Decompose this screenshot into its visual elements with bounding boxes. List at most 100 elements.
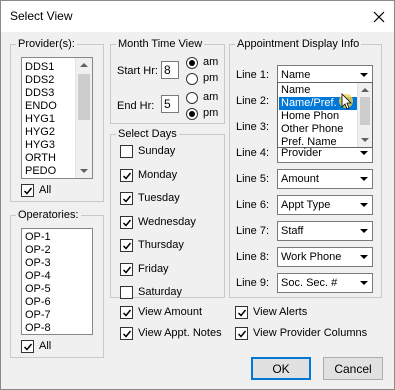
check-icon <box>23 187 33 195</box>
line1-dropdown-list[interactable]: Name Name/Pref. Home Phon Other Phone Pref. … <box>277 82 373 148</box>
scroll-thumb[interactable] <box>360 97 370 125</box>
day-checkbox-tuesday[interactable] <box>120 192 133 205</box>
list-item[interactable]: OP-2 <box>22 244 92 257</box>
list-item[interactable]: OP-7 <box>22 309 92 322</box>
check-icon <box>122 172 132 180</box>
line-8-select[interactable]: Work Phone <box>277 247 373 267</box>
line-7-select[interactable]: Staff <box>277 221 373 241</box>
start-am-label: am <box>203 56 219 68</box>
view-amount-label: View Amount <box>138 306 203 318</box>
title-bar: Select View <box>1 1 394 32</box>
providers-group-label: Provider(s): <box>16 38 77 50</box>
ok-button[interactable]: OK <box>251 357 311 380</box>
list-item[interactable]: OP-3 <box>22 257 92 270</box>
check-icon <box>122 195 132 203</box>
day-checkbox-saturday[interactable] <box>120 286 133 299</box>
day-label: Sunday <box>138 145 176 157</box>
day-checkbox-sunday[interactable] <box>120 145 133 158</box>
start-hr-label: Start Hr: <box>117 65 158 77</box>
check-icon <box>122 219 132 227</box>
end-hr-input[interactable]: 5 <box>161 95 179 113</box>
start-pm-label: pm <box>203 72 219 84</box>
select-value: Name <box>281 69 311 81</box>
month-time-group: Month Time View Start Hr: 8 am pm End Hr… <box>110 38 225 124</box>
select-value: Amount <box>281 173 319 185</box>
dropdown-scrollbar[interactable] <box>357 83 372 147</box>
end-pm-radio[interactable] <box>186 108 198 120</box>
chevron-down-icon[interactable] <box>355 222 372 240</box>
end-am-label: am <box>203 91 219 103</box>
list-item[interactable]: OP-6 <box>22 296 92 309</box>
scroll-down-icon[interactable] <box>361 138 369 142</box>
check-icon <box>122 266 132 274</box>
day-checkbox-wednesday[interactable] <box>120 215 133 229</box>
view-appt-notes-label: View Appt. Notes <box>138 327 222 339</box>
start-hr-input[interactable]: 8 <box>161 61 179 79</box>
operatories-all-checkbox[interactable] <box>21 340 34 353</box>
select-value: Work Phone <box>281 251 342 263</box>
view-alerts-checkbox[interactable] <box>235 306 248 319</box>
list-item[interactable]: OP-1 <box>22 231 92 244</box>
mouse-cursor-icon <box>339 93 353 110</box>
select-days-group-label: Select Days <box>116 128 179 140</box>
end-pm-label: pm <box>203 107 219 119</box>
line-label: Line 4: <box>236 147 270 159</box>
line-label: Line 5: <box>236 173 270 185</box>
list-item[interactable]: OP-5 <box>22 283 92 296</box>
dropdown-option[interactable]: Other Phone <box>279 123 357 136</box>
cancel-button[interactable]: Cancel <box>323 357 383 380</box>
scroll-thumb[interactable] <box>78 74 90 120</box>
scroll-up-icon[interactable] <box>80 63 88 67</box>
day-label: Wednesday <box>138 215 196 228</box>
operatories-group: Operatories: OP-1 OP-2 OP-3 OP-4 OP-5 OP-6 OP-… <box>10 209 104 358</box>
day-label: Saturday <box>138 286 183 298</box>
chevron-down-icon[interactable] <box>355 170 372 188</box>
chevron-down-icon[interactable] <box>355 196 372 214</box>
operatories-group-label: Operatories: <box>16 209 81 221</box>
select-view-dialog: Select View Provider(s): DDS1 DDS2 DDS3 END… <box>0 0 395 390</box>
line-label: Line 3: <box>236 121 270 133</box>
start-pm-radio[interactable] <box>186 73 198 85</box>
line-label: Line 1: <box>236 69 270 81</box>
scroll-up-icon[interactable] <box>361 88 369 92</box>
providers-all-checkbox[interactable] <box>21 184 34 197</box>
day-checkbox-monday[interactable] <box>120 168 133 182</box>
line-label: Line 6: <box>236 199 270 211</box>
line-9-select[interactable]: Soc. Sec. # <box>277 273 373 293</box>
list-item[interactable]: OP-8 <box>22 322 92 334</box>
providers-scrollbar[interactable] <box>75 58 92 178</box>
list-item[interactable]: OP-4 <box>22 270 92 283</box>
check-icon <box>122 309 132 317</box>
view-alerts-label: View Alerts <box>253 306 308 318</box>
check-icon <box>122 242 132 250</box>
day-checkbox-thursday[interactable] <box>120 239 133 252</box>
line-5-select[interactable]: Amount <box>277 169 373 189</box>
check-icon <box>122 330 132 338</box>
day-checkbox-friday[interactable] <box>120 262 133 276</box>
scroll-down-icon[interactable] <box>80 169 88 173</box>
line-6-select[interactable]: Appt Type <box>277 195 373 215</box>
start-am-radio[interactable] <box>186 57 198 69</box>
providers-all-label: All <box>39 184 52 196</box>
day-label: Friday <box>138 262 169 275</box>
view-provider-columns-label: View Provider Columns <box>253 327 368 339</box>
view-appt-notes-checkbox[interactable] <box>120 327 133 340</box>
select-value: Staff <box>281 225 304 237</box>
end-am-radio[interactable] <box>186 92 198 104</box>
operatories-listbox[interactable]: OP-1 OP-2 OP-3 OP-4 OP-5 OP-6 OP-7 OP-8 <box>21 228 93 335</box>
display-info-group-label: Appointment Display Info <box>235 38 362 50</box>
chevron-down-icon[interactable] <box>355 248 372 266</box>
close-icon <box>373 11 384 22</box>
view-amount-checkbox[interactable] <box>120 306 133 319</box>
check-icon <box>237 309 247 317</box>
check-icon <box>23 343 33 351</box>
operatories-all-label: All <box>39 340 52 352</box>
line-label: Line 8: <box>236 251 270 263</box>
dropdown-option[interactable]: Home Phon <box>279 110 357 123</box>
providers-listbox[interactable]: DDS1 DDS2 DDS3 ENDO HYG1 HYG2 HYG3 ORTH PEDO <box>21 57 93 179</box>
close-button[interactable] <box>363 1 394 32</box>
dropdown-option[interactable]: Pref. Name <box>279 136 357 149</box>
day-label: Thursday <box>138 239 184 251</box>
chevron-down-icon[interactable] <box>355 274 372 292</box>
view-provider-columns-checkbox[interactable] <box>235 327 248 340</box>
